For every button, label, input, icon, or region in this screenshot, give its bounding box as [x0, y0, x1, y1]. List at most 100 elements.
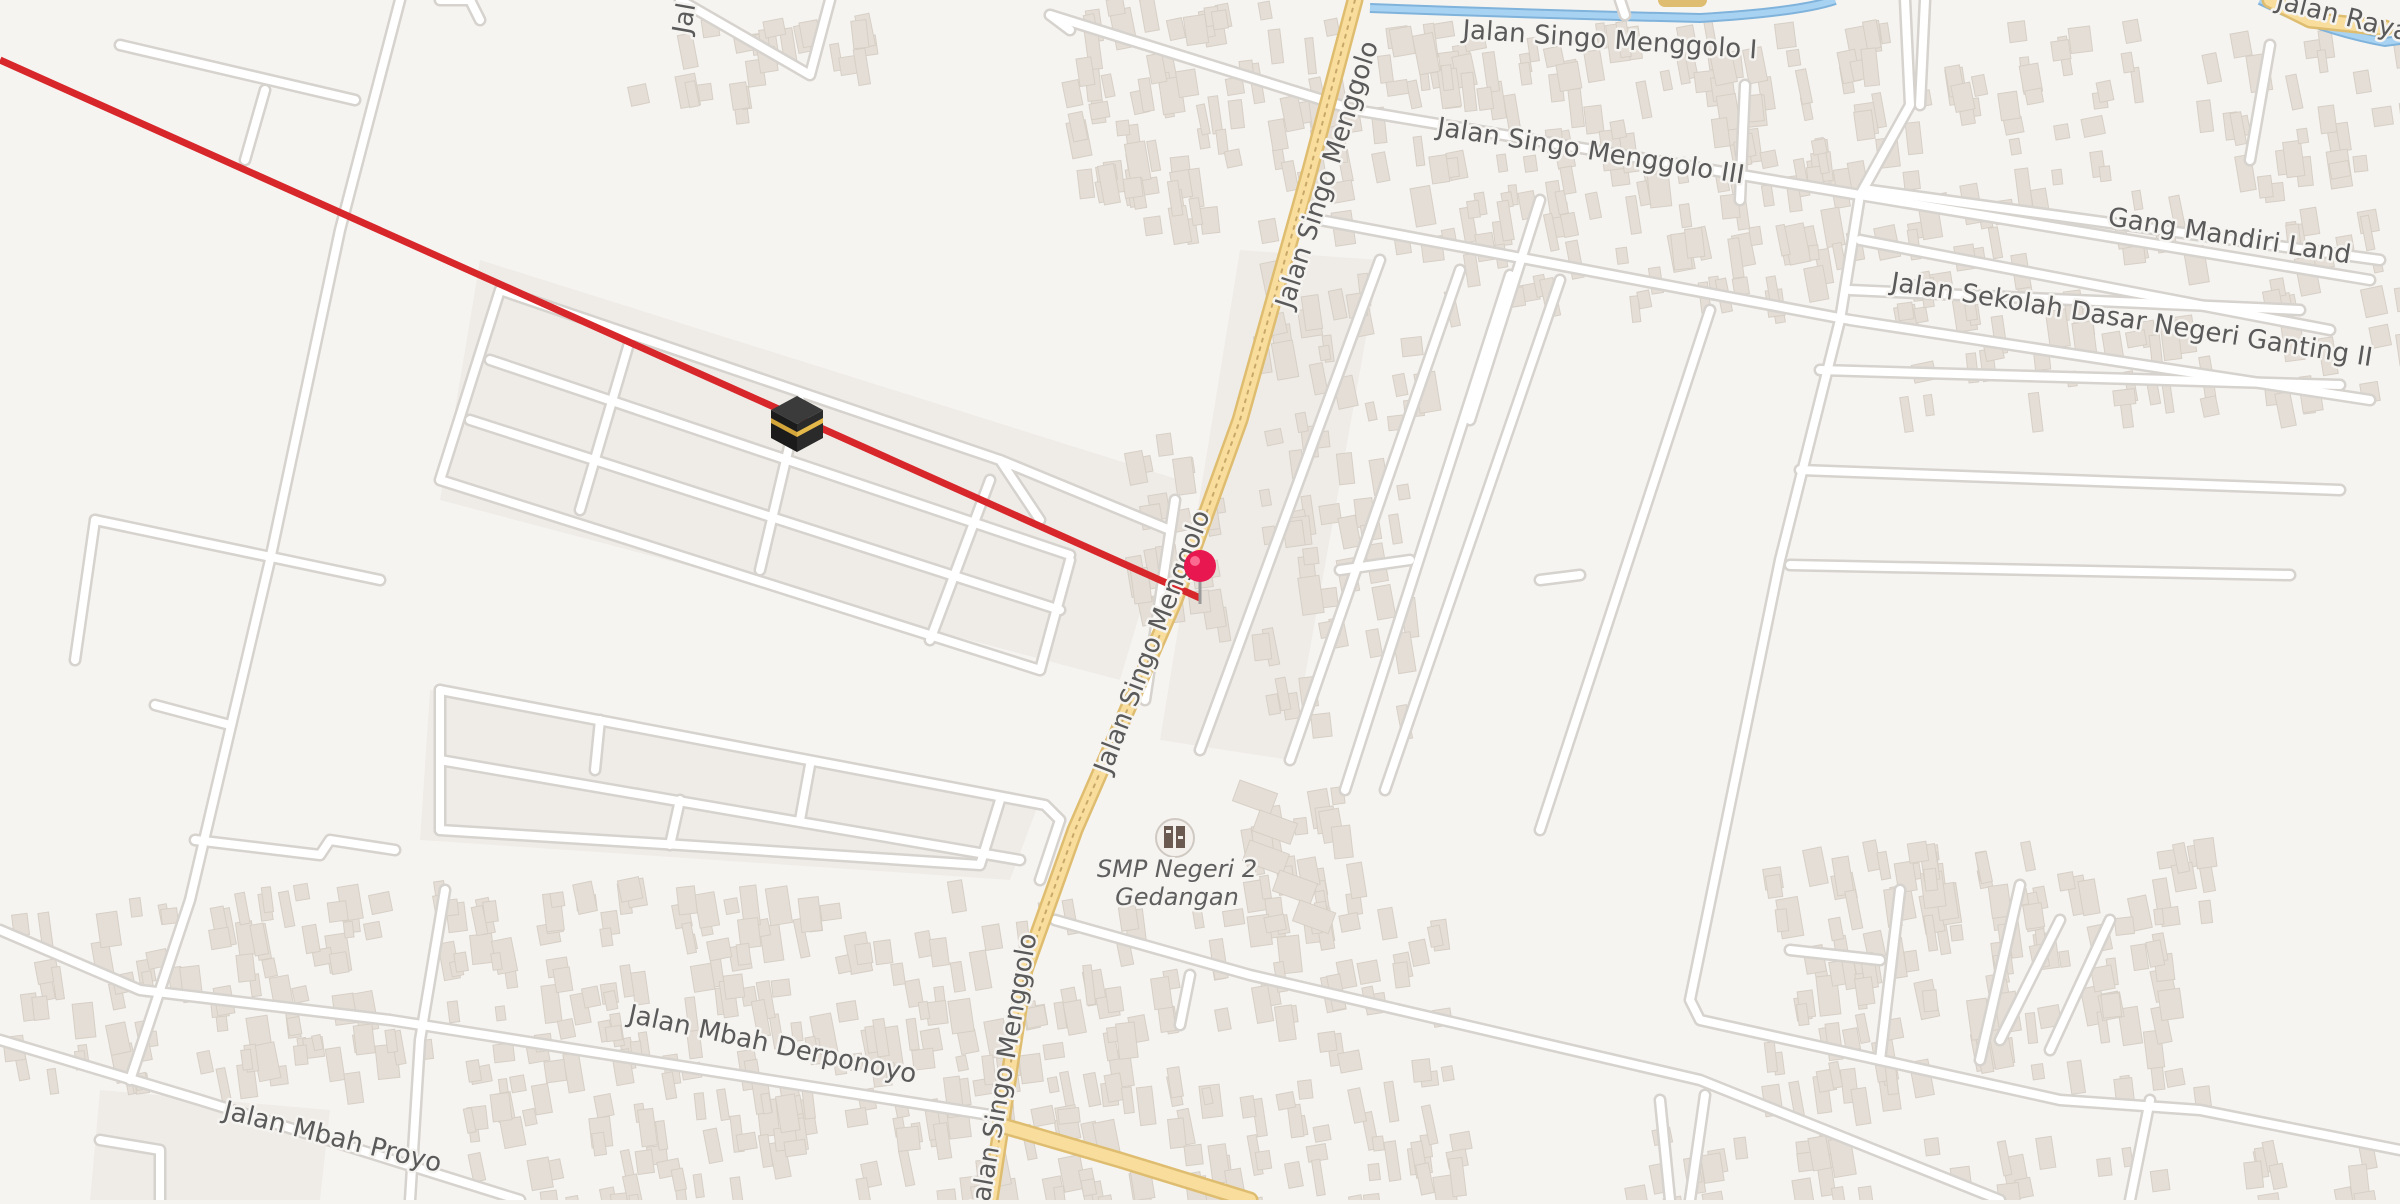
- building: [2051, 168, 2064, 186]
- building: [2193, 836, 2218, 870]
- building: [1466, 199, 1481, 220]
- building: [2080, 114, 2106, 139]
- building: [1143, 215, 1163, 237]
- building: [1115, 119, 1131, 137]
- school-icon-detail: [1166, 830, 1171, 833]
- building: [1318, 344, 1332, 362]
- building: [2328, 159, 2352, 180]
- building: [580, 985, 602, 1009]
- building: [1733, 1136, 1749, 1160]
- building: [1683, 227, 1706, 259]
- building: [735, 1131, 758, 1152]
- building: [1030, 1104, 1057, 1128]
- building: [1296, 1079, 1314, 1100]
- street-label-partial: Jal: [667, 1, 702, 39]
- building: [609, 1192, 630, 1204]
- building: [722, 973, 746, 1000]
- building: [1046, 1076, 1060, 1094]
- building: [1785, 48, 1802, 68]
- building: [1396, 483, 1411, 501]
- building: [599, 927, 614, 948]
- building: [2112, 388, 2137, 407]
- building: [453, 951, 469, 973]
- building: [552, 966, 574, 994]
- building: [1495, 153, 1509, 173]
- building: [1636, 289, 1653, 310]
- building: [1903, 949, 1920, 973]
- building: [2198, 899, 2214, 925]
- building: [2371, 105, 2395, 128]
- building: [490, 952, 503, 971]
- building: [499, 1116, 527, 1150]
- building: [469, 932, 496, 966]
- building: [549, 891, 566, 909]
- building: [1921, 989, 1939, 1013]
- building: [947, 997, 975, 1035]
- building: [2229, 30, 2253, 59]
- building: [850, 19, 870, 50]
- building: [2008, 137, 2022, 156]
- building: [2282, 139, 2306, 179]
- building: [362, 920, 383, 941]
- building: [2053, 123, 2071, 141]
- road-segment: [1536, 571, 1584, 584]
- building: [1773, 21, 1797, 50]
- building: [1857, 1185, 1874, 1204]
- building: [1338, 911, 1361, 933]
- building: [591, 1131, 608, 1157]
- school-name-line1: SMP Negeri 2: [1097, 855, 1257, 883]
- building: [890, 962, 906, 987]
- building: [1057, 1106, 1081, 1125]
- building: [556, 1017, 577, 1040]
- building: [797, 895, 823, 934]
- building: [981, 923, 1004, 952]
- building: [1748, 225, 1763, 247]
- building: [2130, 943, 2150, 972]
- road-segment: [1616, 0, 1629, 19]
- building: [2352, 69, 2372, 95]
- school-icon: [1155, 818, 1195, 858]
- building: [489, 1092, 513, 1123]
- building: [521, 1107, 538, 1127]
- building: [446, 1000, 461, 1024]
- building: [689, 962, 716, 993]
- building: [1392, 961, 1411, 989]
- building: [593, 1092, 615, 1119]
- building: [1251, 632, 1273, 662]
- pin-highlight: [1190, 556, 1200, 566]
- building: [2024, 87, 2045, 106]
- building: [1367, 1162, 1382, 1182]
- map-canvas[interactable]: Jalan Singo Menggolo I Jalan Singo Mengg…: [0, 0, 2400, 1204]
- building: [2056, 871, 2076, 892]
- building: [1807, 244, 1820, 261]
- building: [494, 1005, 507, 1022]
- building: [1157, 1006, 1177, 1033]
- building: [1371, 1135, 1385, 1152]
- building: [2058, 950, 2071, 968]
- building: [1356, 959, 1382, 986]
- building: [2149, 1168, 2171, 1193]
- pin-head: [1184, 550, 1216, 582]
- building: [1906, 840, 1930, 864]
- building: [543, 1058, 568, 1084]
- school-icon-book-left: [1164, 826, 1173, 848]
- building: [1330, 824, 1354, 860]
- building: [1257, 0, 1273, 21]
- building: [854, 942, 874, 966]
- building: [1476, 86, 1495, 111]
- building: [1257, 217, 1280, 245]
- building: [292, 1044, 309, 1066]
- building: [783, 1138, 808, 1158]
- building: [2296, 127, 2310, 145]
- building: [1428, 154, 1451, 185]
- building: [2022, 902, 2046, 930]
- building: [706, 937, 733, 962]
- building: [1297, 574, 1325, 616]
- building: [539, 1189, 560, 1204]
- building: [1275, 1091, 1297, 1111]
- building: [1076, 168, 1096, 200]
- building: [835, 1000, 859, 1023]
- building: [1791, 1177, 1815, 1204]
- building: [936, 1188, 958, 1204]
- building: [1155, 432, 1174, 457]
